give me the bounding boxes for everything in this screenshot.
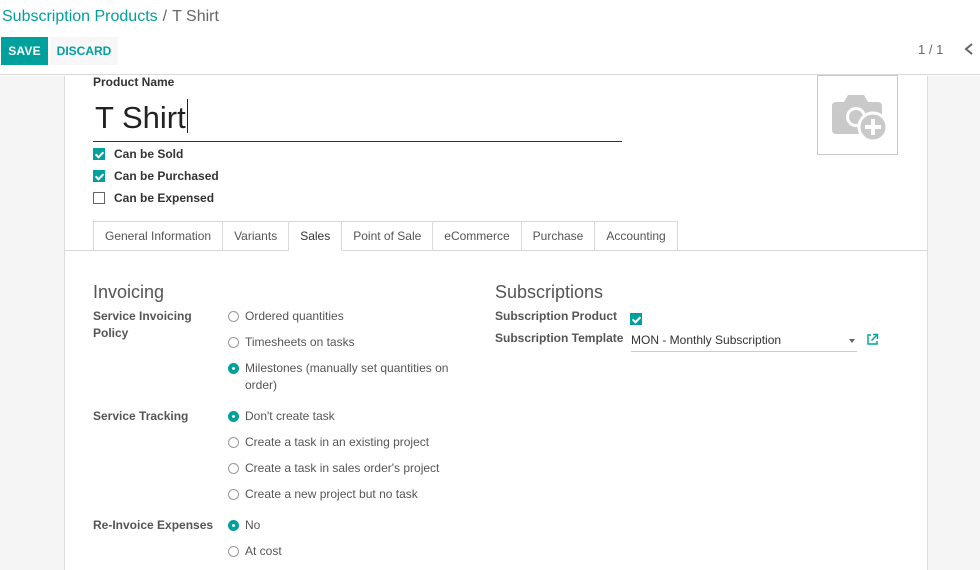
tab-variants[interactable]: Variants	[223, 221, 290, 251]
breadcrumb: Subscription Products / T Shirt	[2, 8, 219, 26]
text-cursor	[187, 99, 188, 133]
reinvoice-expenses-label: Re-Invoice Expenses	[93, 518, 214, 532]
policy-option-ordered[interactable]: Ordered quantities	[228, 308, 344, 325]
tracking-option-label: Create a new project but no task	[245, 487, 418, 501]
tracking-option-label: Create a task in sales order's project	[245, 461, 440, 475]
tracking-option-no-task[interactable]: Don't create task	[228, 408, 335, 425]
product-name-label: Product Name	[93, 75, 175, 89]
tracking-option-label: Create a task in an existing project	[245, 435, 430, 449]
can-be-purchased-row: Can be Purchased	[93, 168, 219, 184]
subscription-template-label: Subscription Template	[495, 331, 624, 345]
reinvoice-option-no[interactable]: No	[228, 517, 260, 534]
radio-button[interactable]	[228, 337, 239, 348]
policy-option-milestones[interactable]: Milestones (manually set quantities on o…	[228, 360, 458, 394]
tab-purchase[interactable]: Purchase	[521, 221, 596, 251]
product-name-input[interactable]	[93, 95, 622, 142]
policy-option-label: Ordered quantities	[245, 309, 344, 323]
policy-option-label: Milestones (manually set quantities on o…	[245, 361, 449, 392]
subscription-product-label: Subscription Product	[495, 309, 618, 323]
can-be-purchased-label: Can be Purchased	[114, 169, 219, 183]
subscription-template-select[interactable]: MON - Monthly Subscription	[631, 330, 857, 352]
breadcrumb-separator: /	[162, 8, 168, 25]
invoicing-title: Invoicing	[93, 282, 165, 302]
can-be-sold-label: Can be Sold	[114, 147, 184, 161]
breadcrumb-parent-link[interactable]: Subscription Products	[2, 8, 158, 25]
radio-button[interactable]	[228, 437, 239, 448]
tab-ecommerce[interactable]: eCommerce	[433, 221, 522, 251]
subscription-product-checkbox[interactable]	[630, 313, 642, 325]
chevron-left-icon[interactable]	[962, 40, 976, 58]
radio-button-selected[interactable]	[228, 411, 239, 422]
control-panel: Subscription Products / T Shirt SAVE DISCA…	[0, 0, 980, 75]
subscription-template-value: MON - Monthly Subscription	[631, 333, 782, 347]
caret-down-icon[interactable]	[849, 339, 855, 343]
can-be-expensed-checkbox[interactable]	[93, 192, 105, 204]
product-image-upload[interactable]	[817, 75, 898, 155]
radio-button[interactable]	[228, 546, 239, 557]
external-link-icon[interactable]	[866, 333, 879, 346]
subscriptions-title: Subscriptions	[495, 282, 604, 302]
reinvoice-option-label: At cost	[245, 544, 282, 558]
discard-button[interactable]: DISCARD	[50, 37, 118, 65]
can-be-sold-checkbox[interactable]	[93, 148, 105, 160]
can-be-sold-row: Can be Sold	[93, 146, 183, 162]
can-be-purchased-checkbox[interactable]	[93, 170, 105, 182]
policy-option-label: Timesheets on tasks	[245, 335, 355, 349]
radio-button[interactable]	[228, 311, 239, 322]
reinvoice-option-label: No	[245, 518, 261, 532]
service-tracking-label: Service Tracking	[93, 409, 189, 423]
radio-button[interactable]	[228, 489, 239, 500]
pager-value: 1 / 1	[918, 42, 944, 57]
policy-option-timesheets[interactable]: Timesheets on tasks	[228, 334, 355, 351]
radio-button-selected[interactable]	[228, 363, 239, 374]
service-invoicing-policy-label: Service Invoicing Policy	[93, 309, 192, 340]
breadcrumb-current: T Shirt	[172, 8, 219, 25]
tab-accounting[interactable]: Accounting	[595, 221, 678, 251]
camera-add-icon	[832, 95, 889, 143]
save-button[interactable]: SAVE	[1, 37, 48, 65]
tracking-option-new-project[interactable]: Create a new project but no task	[228, 486, 418, 503]
tracking-option-existing-project[interactable]: Create a task in an existing project	[228, 434, 429, 451]
notebook-tabs: General Information Variants Sales Point…	[93, 221, 678, 251]
tracking-option-label: Don't create task	[245, 409, 335, 423]
tab-point-of-sale[interactable]: Point of Sale	[342, 221, 434, 251]
radio-button[interactable]	[228, 463, 239, 474]
can-be-expensed-row: Can be Expensed	[93, 190, 214, 206]
tab-sales[interactable]: Sales	[289, 221, 343, 251]
radio-button-selected[interactable]	[228, 520, 239, 531]
can-be-expensed-label: Can be Expensed	[114, 191, 215, 205]
reinvoice-option-at-cost[interactable]: At cost	[228, 543, 282, 560]
tracking-option-so-project[interactable]: Create a task in sales order's project	[228, 460, 439, 477]
tab-general-information[interactable]: General Information	[93, 221, 224, 251]
